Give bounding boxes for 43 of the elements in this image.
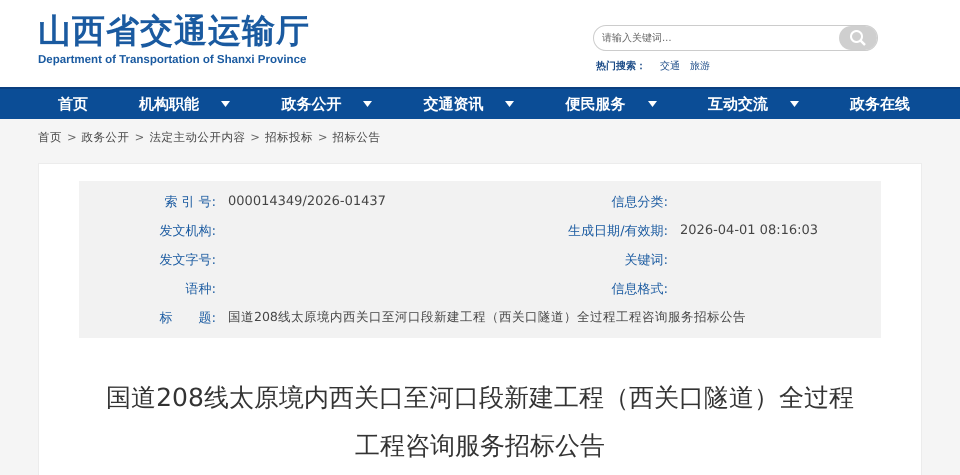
info-label: 信息格式:	[610, 280, 669, 298]
breadcrumb-link[interactable]: 政务公开	[82, 130, 130, 144]
info-value: 国道208线太原境内西关口至河口段新建工程（西关口隧道）全过程工程咨询服务招标公告	[228, 309, 746, 326]
breadcrumb-separator: >	[67, 130, 77, 144]
search-field[interactable]: 请输入关键词...	[593, 25, 878, 51]
article-title: 国道208线太原境内西关口至河口段新建工程（西关口隧道）全过程工程咨询服务招标公告	[105, 382, 855, 462]
nav-item[interactable]: 政务公开	[281, 94, 372, 114]
site-title: 山西省交通运输厅	[38, 12, 310, 50]
info-label: 索 引 号:	[163, 194, 217, 210]
breadcrumb-link[interactable]: 招标公告	[332, 130, 381, 144]
search-button[interactable]	[839, 26, 877, 50]
caret-icon	[363, 101, 372, 107]
breadcrumb-separator: >	[250, 130, 260, 144]
nav-item[interactable]: 首页	[58, 94, 88, 114]
info-label: 发文字号:	[158, 252, 217, 268]
search-icon	[849, 29, 867, 47]
info-value: 2026-04-01 08:16:03	[680, 223, 818, 238]
nav-item[interactable]: 互动交流	[708, 94, 799, 114]
breadcrumb-link[interactable]: 首页	[38, 130, 62, 144]
breadcrumb-link[interactable]: 法定主动公开内容	[149, 130, 246, 144]
nav-item[interactable]: 机构职能	[139, 94, 230, 114]
breadcrumb-separator: >	[134, 130, 144, 144]
info-label: 发文机构:	[158, 222, 217, 240]
info-label: 标 题:	[158, 310, 217, 326]
nav-item[interactable]: 便民服务	[566, 94, 657, 114]
search-input[interactable]: 请输入关键词...	[594, 32, 839, 44]
info-value: 000014349/2026-01437	[228, 194, 386, 209]
caret-icon	[648, 101, 657, 107]
breadcrumb-separator: >	[318, 130, 328, 144]
hot-search-label: 热门搜索：	[596, 59, 646, 73]
caret-icon	[505, 101, 514, 107]
hot-search-link[interactable]: 旅游	[690, 59, 710, 73]
site-subtitle: Department of Transportation of Shanxi Province	[38, 54, 308, 66]
info-label: 生成日期/有效期:	[567, 222, 669, 240]
info-label: 关键词:	[624, 252, 669, 268]
breadcrumb-link[interactable]: 招标投标	[264, 130, 313, 144]
hot-search-link[interactable]: 交通	[660, 59, 680, 73]
nav-item[interactable]: 交通资讯	[423, 94, 514, 114]
nav-item[interactable]: 政务在线	[850, 94, 910, 114]
info-label: 语种:	[184, 280, 217, 298]
caret-icon	[790, 101, 799, 107]
info-label: 信息分类:	[610, 194, 669, 210]
caret-icon	[221, 101, 230, 107]
